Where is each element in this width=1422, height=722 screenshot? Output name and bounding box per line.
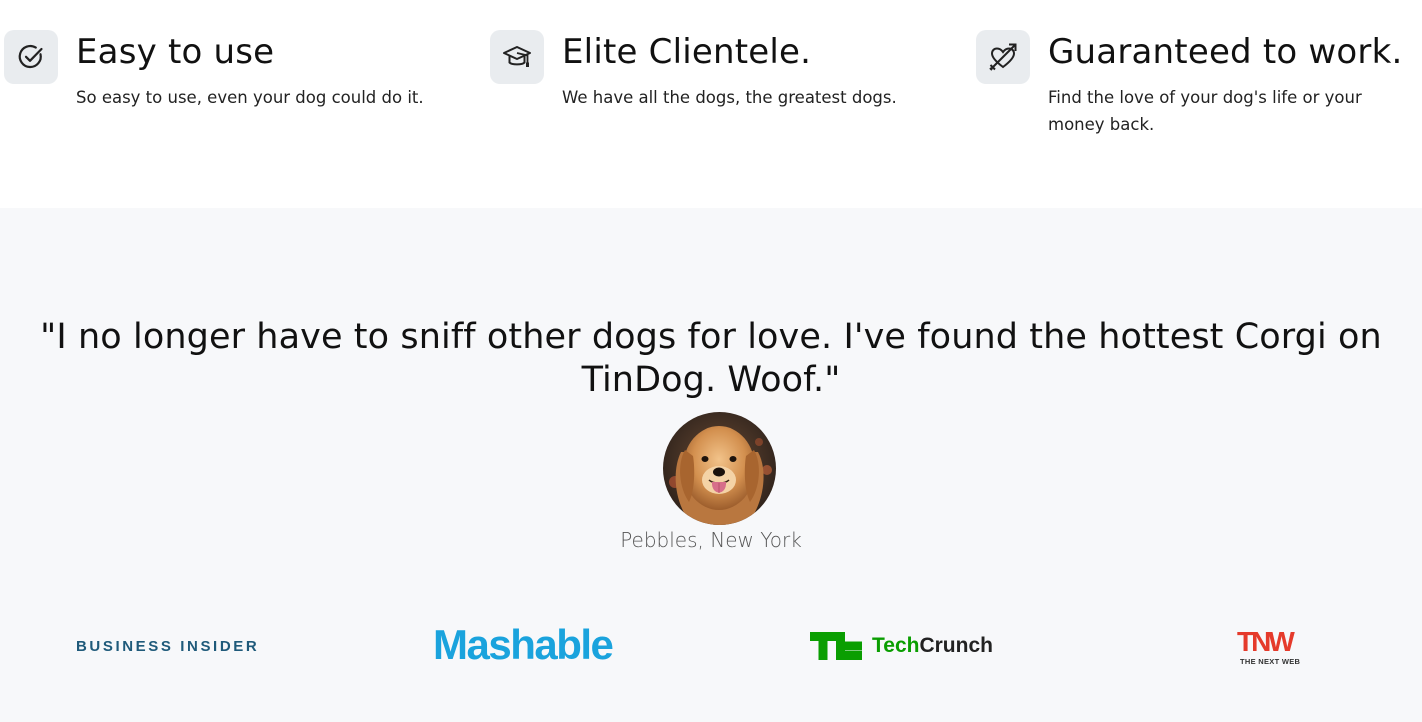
techcrunch-crunch-text: Crunch bbox=[919, 634, 993, 657]
tnw-subtitle: THE NEXT WEB bbox=[1240, 657, 1301, 666]
business-insider-logo: BUSINESS INSIDER bbox=[76, 638, 260, 655]
avatar bbox=[663, 412, 776, 525]
feature-title: Guaranteed to work. bbox=[1048, 32, 1403, 72]
feature-title: Easy to use bbox=[76, 32, 275, 72]
check-circle-icon bbox=[4, 30, 58, 84]
feature-description: Find the love of your dog's life or your… bbox=[1048, 88, 1362, 134]
techcrunch-logo: TechCrunch bbox=[810, 632, 993, 660]
graduation-cap-icon bbox=[490, 30, 544, 84]
tnw-logo: TNW THE NEXT WEB bbox=[1237, 626, 1317, 666]
tnw-mark: TNW bbox=[1237, 626, 1298, 657]
golden-retriever-photo bbox=[663, 412, 776, 525]
testimonial-quote: "I no longer have to sniff other dogs fo… bbox=[40, 317, 1382, 400]
mashable-logo: Mashable bbox=[433, 621, 614, 668]
techcrunch-mark-icon bbox=[810, 632, 862, 660]
feature-title: Elite Clientele. bbox=[562, 32, 812, 72]
feature-description: We have all the dogs, the greatest dogs. bbox=[562, 88, 897, 107]
features-section: Easy to use So easy to use, even your do… bbox=[0, 0, 1422, 208]
heart-arrow-icon bbox=[976, 30, 1030, 84]
techcrunch-wordmark: TechCrunch bbox=[872, 634, 993, 658]
testimonial-section: "I no longer have to sniff other dogs fo… bbox=[0, 208, 1422, 722]
testimonial-author: Pebbles, New York bbox=[620, 528, 802, 552]
tnw-mark-text: TNW bbox=[1237, 628, 1295, 654]
feature-description: So easy to use, even your dog could do i… bbox=[76, 88, 424, 107]
techcrunch-tech-text: Tech bbox=[872, 634, 920, 657]
